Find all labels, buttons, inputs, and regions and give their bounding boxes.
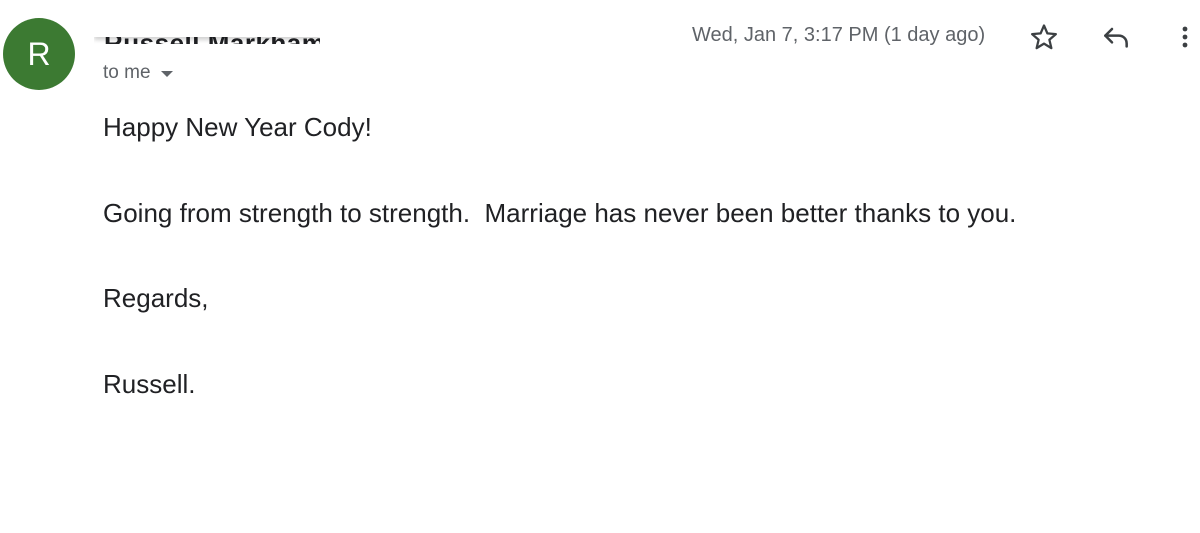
avatar-initial: R <box>27 35 51 72</box>
recipient-details-toggle[interactable]: to me <box>103 62 173 84</box>
vertical-dots-icon <box>1182 26 1188 48</box>
recipient-label: to me <box>103 62 151 83</box>
sender-avatar[interactable]: R <box>3 18 75 90</box>
reply-button[interactable] <box>1097 18 1135 56</box>
star-outline-icon <box>1031 24 1057 50</box>
message-date: Wed, Jan 7, 3:17 PM (1 day ago) <box>692 24 986 46</box>
message-body: Happy New Year Cody! Going from strength… <box>103 108 1016 450</box>
sender-name-area: Russell Markham <box>94 22 320 44</box>
reply-arrow-icon <box>1104 27 1128 48</box>
chevron-down-icon <box>160 71 173 77</box>
redaction-bar <box>94 22 320 37</box>
body-closing: Regards, <box>103 283 209 313</box>
more-options-button[interactable] <box>1166 18 1200 56</box>
body-paragraph: Going from strength to strength. Marriag… <box>103 197 1017 228</box>
body-signature: Russell. <box>103 368 196 399</box>
star-button[interactable] <box>1025 18 1063 56</box>
body-greeting: Happy New Year Cody! <box>103 112 372 142</box>
